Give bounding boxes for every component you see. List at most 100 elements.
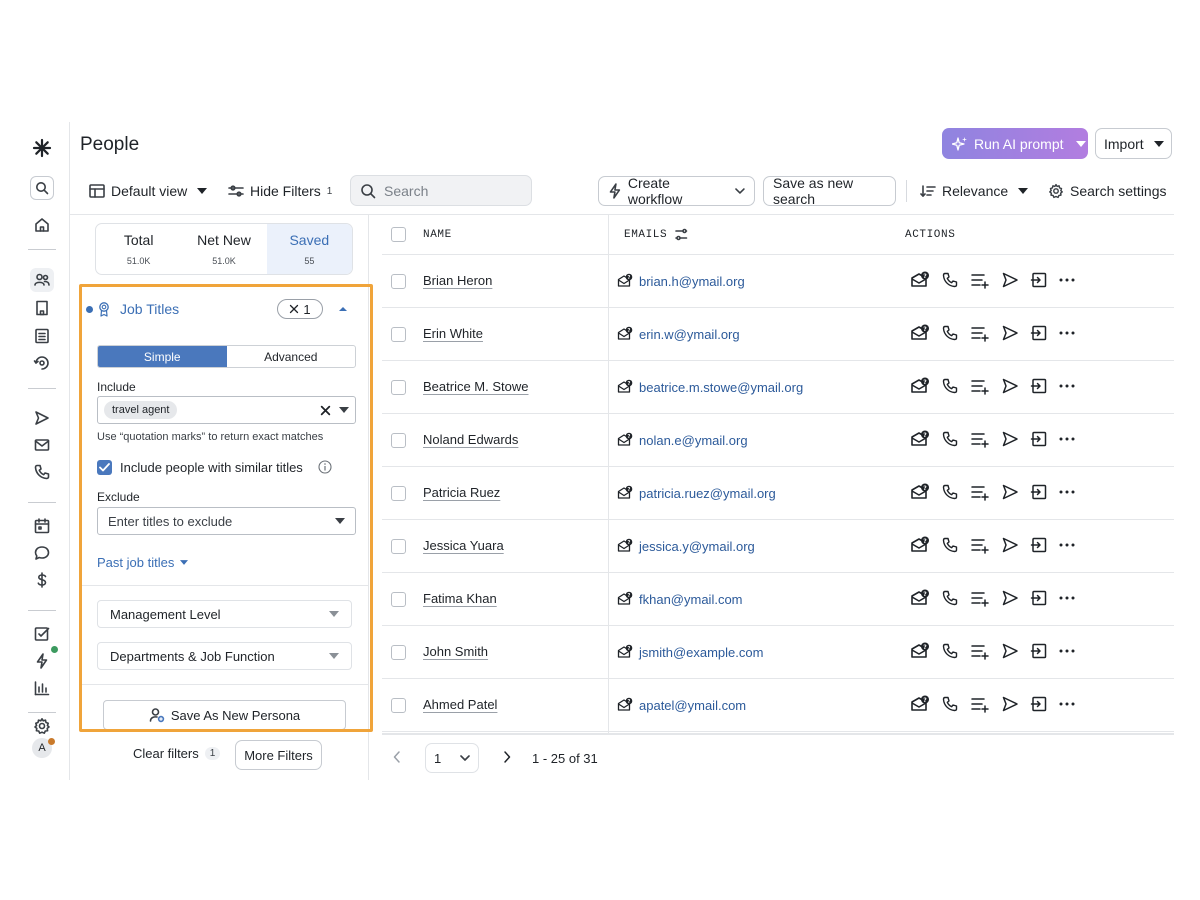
email-verified-action-icon[interactable]: ? xyxy=(910,324,930,342)
chat-icon[interactable] xyxy=(30,541,54,565)
add-to-list-action-icon[interactable] xyxy=(970,377,990,395)
add-to-list-action-icon[interactable] xyxy=(970,430,990,448)
export-action-icon[interactable] xyxy=(1030,642,1048,660)
default-view-button[interactable]: Default view xyxy=(89,176,208,206)
add-to-list-action-icon[interactable] xyxy=(970,589,990,607)
dollar-icon[interactable] xyxy=(30,568,54,592)
phone-action-icon[interactable] xyxy=(941,271,959,289)
column-settings-icon[interactable] xyxy=(674,228,688,241)
table-row[interactable]: Erin White ? erin.w@ymail.org ? xyxy=(382,308,1174,361)
emails-column-header[interactable]: EMAILS xyxy=(624,229,667,241)
people-icon[interactable] xyxy=(30,268,54,292)
export-action-icon[interactable] xyxy=(1030,589,1048,607)
app-logo-icon[interactable] xyxy=(30,136,54,160)
person-name-link[interactable]: Brian Heron xyxy=(423,273,492,288)
hide-filters-button[interactable]: Hide Filters 1 xyxy=(228,176,332,206)
tracking-icon[interactable] xyxy=(30,351,54,375)
run-ai-prompt-button[interactable]: Run AI prompt xyxy=(942,128,1088,159)
table-row[interactable]: Patricia Ruez ? patricia.ruez@ymail.org … xyxy=(382,467,1174,520)
previous-page-icon[interactable] xyxy=(392,750,402,764)
send-action-icon[interactable] xyxy=(1001,695,1019,713)
export-action-icon[interactable] xyxy=(1030,483,1048,501)
next-page-icon[interactable] xyxy=(502,750,512,764)
more-actions-icon[interactable] xyxy=(1059,543,1075,547)
home-icon[interactable] xyxy=(30,213,54,237)
count-tab-saved[interactable]: Saved 55 xyxy=(266,224,352,274)
more-actions-icon[interactable] xyxy=(1059,649,1075,653)
calendar-icon[interactable] xyxy=(30,514,54,538)
export-action-icon[interactable] xyxy=(1030,324,1048,342)
more-actions-icon[interactable] xyxy=(1059,596,1075,600)
table-row[interactable]: Noland Edwards ? nolan.e@ymail.org ? xyxy=(382,414,1174,467)
select-all-checkbox[interactable] xyxy=(391,227,406,242)
email-verified-action-icon[interactable]: ? xyxy=(910,695,930,713)
tasks-icon[interactable] xyxy=(30,622,54,646)
row-checkbox[interactable] xyxy=(391,327,406,342)
add-to-list-action-icon[interactable] xyxy=(970,483,990,501)
workflows-bolt-icon[interactable] xyxy=(30,649,54,673)
search-field[interactable] xyxy=(350,175,532,206)
phone-icon[interactable] xyxy=(30,460,54,484)
table-row[interactable]: Fatima Khan ? fkhan@ymail.com ? xyxy=(382,573,1174,626)
save-as-new-search-button[interactable]: Save as new search xyxy=(763,175,896,207)
phone-action-icon[interactable] xyxy=(941,695,959,713)
management-level-filter[interactable]: Management Level xyxy=(97,600,352,628)
more-actions-icon[interactable] xyxy=(1059,702,1075,706)
person-name-link[interactable]: John Smith xyxy=(423,644,488,659)
email-verified-action-icon[interactable]: ? xyxy=(910,377,930,395)
email-verified-action-icon[interactable]: ? xyxy=(910,642,930,660)
add-to-list-action-icon[interactable] xyxy=(970,324,990,342)
more-actions-icon[interactable] xyxy=(1059,331,1075,335)
row-checkbox[interactable] xyxy=(391,433,406,448)
row-checkbox[interactable] xyxy=(391,539,406,554)
tab-advanced[interactable]: Advanced xyxy=(227,346,356,367)
send-action-icon[interactable] xyxy=(1001,483,1019,501)
settings-gear-icon[interactable] xyxy=(30,714,54,738)
person-email[interactable]: beatrice.m.stowe@ymail.org xyxy=(639,380,803,395)
add-to-list-action-icon[interactable] xyxy=(970,642,990,660)
person-name-link[interactable]: Ahmed Patel xyxy=(423,697,497,712)
exclude-titles-field[interactable]: Enter titles to exclude xyxy=(97,507,356,535)
person-email[interactable]: nolan.e@ymail.org xyxy=(639,433,748,448)
name-column-header[interactable]: NAME xyxy=(423,229,452,241)
person-name-link[interactable]: Beatrice M. Stowe xyxy=(423,379,529,394)
add-to-list-action-icon[interactable] xyxy=(970,695,990,713)
person-email[interactable]: apatel@ymail.com xyxy=(639,698,746,713)
more-actions-icon[interactable] xyxy=(1059,437,1075,441)
more-filters-button[interactable]: More Filters xyxy=(235,740,322,770)
phone-action-icon[interactable] xyxy=(941,589,959,607)
send-action-icon[interactable] xyxy=(1001,589,1019,607)
clear-icon[interactable] xyxy=(320,405,331,416)
email-verified-action-icon[interactable]: ? xyxy=(910,483,930,501)
info-icon[interactable] xyxy=(318,460,332,474)
row-checkbox[interactable] xyxy=(391,380,406,395)
search-settings-button[interactable]: Search settings xyxy=(1048,176,1167,206)
relevance-sort-button[interactable]: Relevance xyxy=(920,176,1029,206)
departments-filter[interactable]: Departments & Job Function xyxy=(97,642,352,670)
create-workflow-button[interactable]: Create workflow xyxy=(598,175,755,207)
rail-search-icon[interactable] xyxy=(30,176,54,200)
table-row[interactable]: Beatrice M. Stowe ? beatrice.m.stowe@yma… xyxy=(382,361,1174,414)
export-action-icon[interactable] xyxy=(1030,377,1048,395)
job-titles-toggle[interactable]: Job Titles xyxy=(120,301,179,317)
companies-icon[interactable] xyxy=(30,296,54,320)
mail-icon[interactable] xyxy=(30,433,54,457)
export-action-icon[interactable] xyxy=(1030,536,1048,554)
past-job-titles-toggle[interactable]: Past job titles xyxy=(97,555,189,570)
person-name-link[interactable]: Erin White xyxy=(423,326,483,341)
send-action-icon[interactable] xyxy=(1001,324,1019,342)
person-name-link[interactable]: Noland Edwards xyxy=(423,432,518,447)
export-action-icon[interactable] xyxy=(1030,430,1048,448)
row-checkbox[interactable] xyxy=(391,486,406,501)
similar-titles-checkbox[interactable] xyxy=(97,460,112,475)
add-to-list-action-icon[interactable] xyxy=(970,271,990,289)
job-titles-clear-badge[interactable]: 1 xyxy=(277,299,323,319)
count-tab-total[interactable]: Total 51.0K xyxy=(96,224,181,274)
import-button[interactable]: Import xyxy=(1095,128,1172,159)
title-chip[interactable]: travel agent xyxy=(104,401,178,419)
chevron-up-icon[interactable] xyxy=(338,306,348,312)
email-verified-action-icon[interactable]: ? xyxy=(910,271,930,289)
email-verified-action-icon[interactable]: ? xyxy=(910,589,930,607)
person-email[interactable]: jessica.y@ymail.org xyxy=(639,539,755,554)
phone-action-icon[interactable] xyxy=(941,536,959,554)
